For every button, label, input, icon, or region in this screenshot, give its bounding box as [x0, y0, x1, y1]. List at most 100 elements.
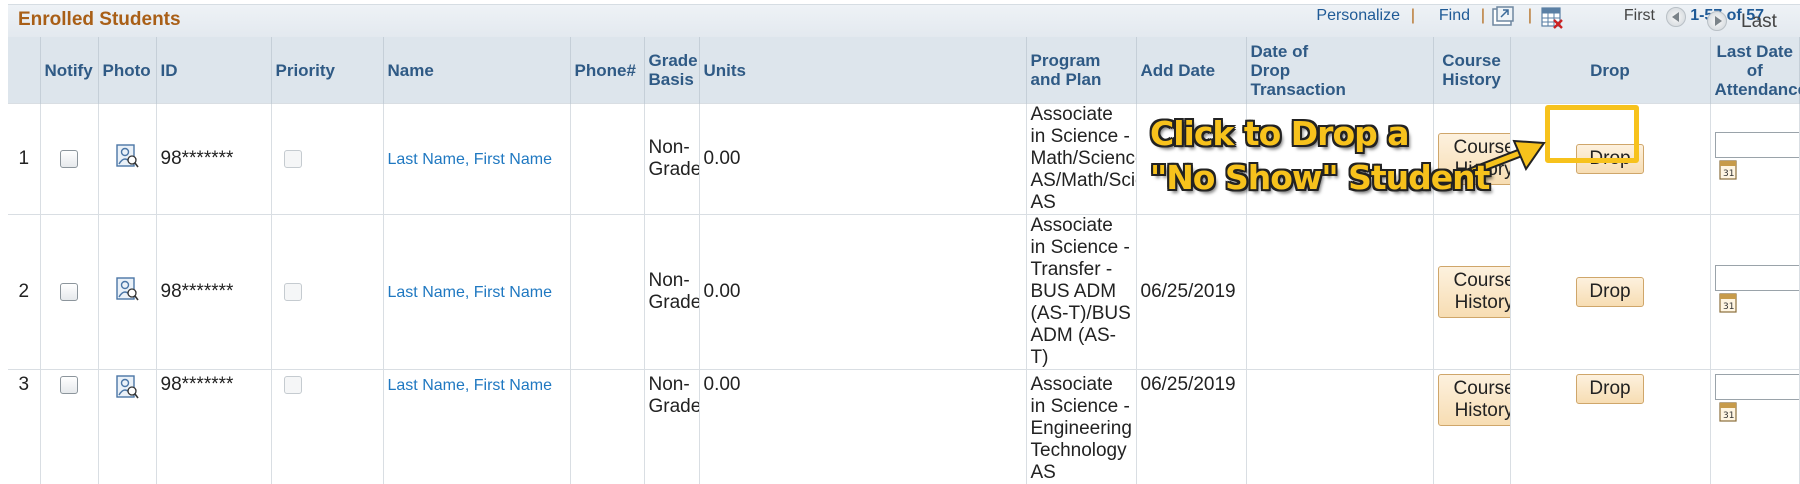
photo-cell	[98, 370, 156, 484]
notify-checkbox[interactable]	[60, 150, 78, 168]
last-attendance-input[interactable]	[1715, 374, 1800, 400]
callout-text: Click to Drop a "No Show" Student	[1150, 112, 1489, 200]
table-row: 2 98******* Last Name, First Name Non-Gr…	[8, 215, 1800, 370]
row-number-header	[8, 37, 40, 104]
add-date-cell: 06/25/2019	[1136, 215, 1246, 370]
view-all-icon[interactable]	[1491, 6, 1515, 33]
phone-cell	[570, 370, 644, 484]
student-id: 98*******	[156, 370, 271, 484]
drop-date-header-line: Transaction	[1251, 80, 1346, 99]
grade-basis-line: Non-	[649, 374, 690, 395]
student-photo-icon[interactable]	[115, 276, 139, 308]
photo-cell	[98, 104, 156, 215]
first-label[interactable]: First	[1624, 7, 1655, 25]
phone-cell	[570, 215, 644, 370]
svg-text:31: 31	[1723, 411, 1734, 421]
next-page-icon[interactable]	[1707, 11, 1727, 31]
calendar-icon[interactable]: 31	[1719, 400, 1737, 428]
phone-header: Phone#	[570, 37, 644, 104]
callout-line: "No Show" Student	[1150, 156, 1489, 200]
svg-text:31: 31	[1723, 302, 1734, 312]
add-date-header: Add Date	[1136, 37, 1246, 104]
course-history-button[interactable]: Course History	[1438, 374, 1511, 426]
drop-date-cell	[1246, 215, 1433, 370]
last-attendance-cell: 31	[1710, 370, 1800, 484]
drop-header: Drop	[1510, 37, 1710, 104]
photo-cell	[98, 215, 156, 370]
phone-cell	[570, 104, 644, 215]
student-name-link[interactable]: Last Name, First Name	[388, 151, 552, 168]
notify-cell	[40, 370, 98, 484]
priority-cell	[271, 370, 383, 484]
drop-button-highlight-box	[1545, 105, 1639, 163]
last-attendance-cell: 31	[1710, 104, 1800, 215]
grade-basis-line: Graded	[649, 292, 700, 313]
grade-basis-header: GradeBasis	[644, 37, 699, 104]
name-cell: Last Name, First Name	[383, 215, 570, 370]
priority-checkbox	[284, 376, 302, 394]
last-attendance-header-line: Attendance	[1715, 80, 1800, 99]
program-plan-cell: Associate in Science - Math/Science AS/M…	[1026, 104, 1136, 215]
course-history-button[interactable]: Course History	[1438, 266, 1511, 318]
units-cell: 0.00	[699, 215, 1026, 370]
priority-checkbox	[284, 150, 302, 168]
toolbar-separator: |	[1528, 7, 1532, 25]
row-number: 3	[8, 370, 40, 484]
notify-checkbox[interactable]	[60, 283, 78, 301]
grade-basis-cell: Non-Graded	[644, 370, 699, 484]
priority-header: Priority	[271, 37, 383, 104]
name-cell: Last Name, First Name	[383, 370, 570, 484]
drop-date-header-line: Drop	[1251, 61, 1291, 80]
course-history-cell: Course History	[1433, 215, 1510, 370]
student-photo-icon[interactable]	[115, 143, 139, 175]
drop-date-header-line: Date of	[1251, 42, 1309, 61]
name-cell: Last Name, First Name	[383, 104, 570, 215]
grade-basis-line: Non-	[649, 137, 690, 158]
calendar-icon[interactable]: 31	[1719, 158, 1737, 186]
notify-cell	[40, 215, 98, 370]
notify-checkbox[interactable]	[60, 376, 78, 394]
priority-cell	[271, 215, 383, 370]
units-header: Units	[699, 37, 1026, 104]
last-attendance-header: Last Date ofAttendance	[1710, 37, 1800, 104]
priority-cell	[271, 104, 383, 215]
previous-page-icon[interactable]	[1666, 7, 1686, 27]
priority-checkbox	[284, 283, 302, 301]
photo-header: Photo	[98, 37, 156, 104]
last-label[interactable]: Last	[1741, 11, 1777, 33]
drop-date-cell	[1246, 370, 1433, 484]
student-photo-icon[interactable]	[115, 374, 139, 406]
student-id: 98*******	[156, 215, 271, 370]
toolbar-separator: |	[1481, 7, 1485, 25]
student-id: 98*******	[156, 104, 271, 215]
add-date-cell: 06/25/2019	[1136, 370, 1246, 484]
drop-button[interactable]: Drop	[1576, 277, 1643, 307]
drop-cell: Drop	[1510, 215, 1710, 370]
grid-title: Enrolled Students	[18, 9, 181, 31]
program-plan-cell: Associate in Science - Engineering Techn…	[1026, 370, 1136, 484]
find-link[interactable]: Find	[1439, 7, 1470, 25]
download-spreadsheet-icon[interactable]	[1540, 6, 1564, 35]
personalize-link[interactable]: Personalize	[1316, 7, 1400, 25]
grade-basis-cell: Non-Graded	[644, 104, 699, 215]
grade-basis-line: Graded	[649, 396, 700, 417]
row-number: 1	[8, 104, 40, 215]
student-name-link[interactable]: Last Name, First Name	[388, 377, 552, 394]
course-history-cell: Course History	[1433, 370, 1510, 484]
calendar-icon[interactable]: 31	[1719, 291, 1737, 319]
notify-cell	[40, 104, 98, 215]
units-cell: 0.00	[699, 104, 1026, 215]
last-attendance-input[interactable]	[1715, 132, 1800, 158]
drop-cell: Drop	[1510, 370, 1710, 484]
units-cell: 0.00	[699, 370, 1026, 484]
program-plan-header: Program and Plan	[1026, 37, 1136, 104]
notify-header: Notify	[40, 37, 98, 104]
grade-basis-line: Non-	[649, 270, 690, 291]
course-history-header: Course History	[1433, 37, 1510, 104]
last-attendance-input[interactable]	[1715, 265, 1800, 291]
grade-basis-line: Graded	[649, 159, 700, 180]
drop-button[interactable]: Drop	[1576, 374, 1643, 404]
table-row: 3 98******* Last Name, First Name Non-Gr…	[8, 370, 1800, 484]
student-name-link[interactable]: Last Name, First Name	[388, 284, 552, 301]
row-number: 2	[8, 215, 40, 370]
